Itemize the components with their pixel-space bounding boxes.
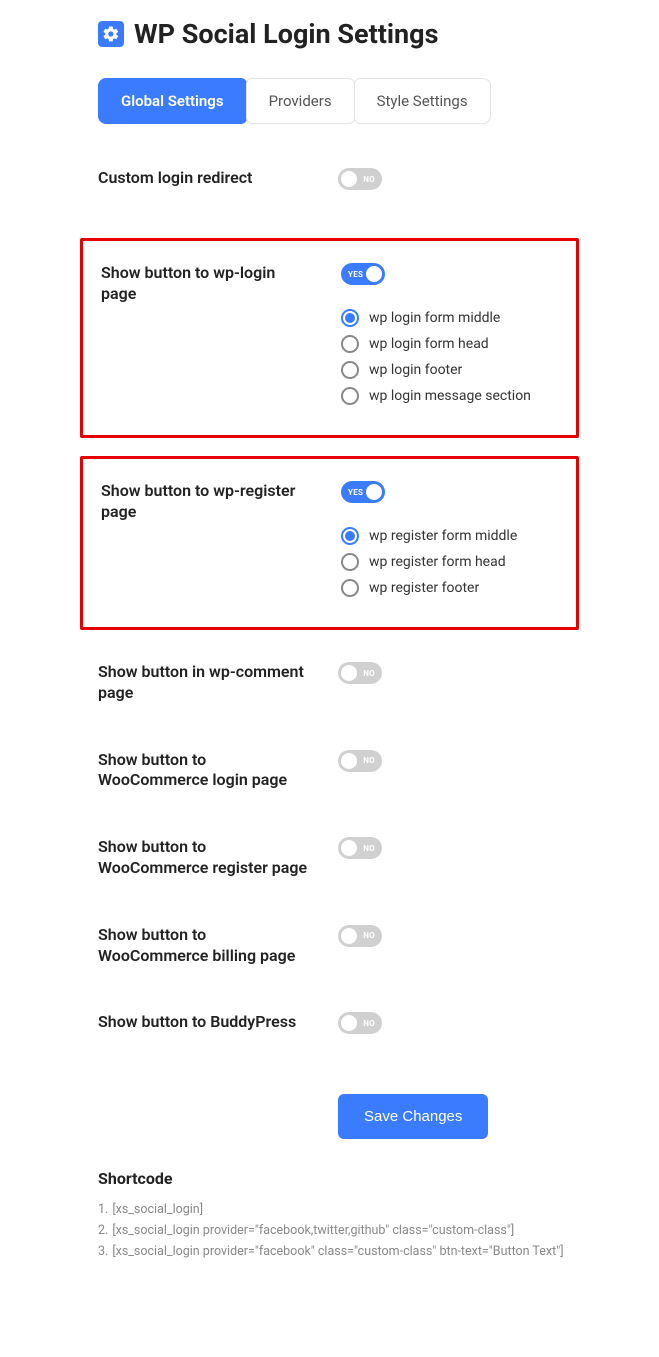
toggle-buddypress[interactable]: NO xyxy=(338,1012,382,1034)
toggle-woocommerce-login[interactable]: NO xyxy=(338,750,382,772)
setting-label: Show button to WooCommerce billing page xyxy=(98,925,328,967)
page-title: WP Social Login Settings xyxy=(134,18,438,50)
toggle-text: NO xyxy=(363,756,375,765)
setting-wp-comment: Show button in wp-comment page NO xyxy=(80,648,579,718)
shortcode-line: 1. [xs_social_login] xyxy=(98,1202,659,1217)
setting-custom-login-redirect: Custom login redirect NO xyxy=(80,154,579,220)
toggle-knob xyxy=(341,1015,357,1031)
radio-label: wp login form head xyxy=(369,336,489,352)
radio-label: wp login footer xyxy=(369,362,462,378)
settings-tabs: Global Settings Providers Style Settings xyxy=(98,78,659,124)
shortcode-num: 3. xyxy=(98,1244,108,1259)
save-changes-button[interactable]: Save Changes xyxy=(338,1094,488,1139)
radio-icon xyxy=(341,335,359,353)
tab-providers[interactable]: Providers xyxy=(246,78,355,124)
toggle-text: NO xyxy=(363,669,375,678)
setting-wp-login: Show button to wp-login page YES wp logi… xyxy=(80,238,579,438)
toggle-text: YES xyxy=(348,270,363,279)
radio-icon xyxy=(341,309,359,327)
toggle-text: NO xyxy=(363,844,375,853)
toggle-knob xyxy=(341,171,357,187)
settings-gear-icon xyxy=(98,21,124,47)
radio-icon xyxy=(341,527,359,545)
radio-label: wp login form middle xyxy=(369,310,500,326)
radio-label: wp register footer xyxy=(369,580,479,596)
toggle-text: NO xyxy=(363,931,375,940)
shortcode-section: Shortcode 1. [xs_social_login] 2. [xs_so… xyxy=(98,1169,659,1259)
toggle-woocommerce-register[interactable]: NO xyxy=(338,837,382,859)
shortcode-text: [xs_social_login provider="facebook" cla… xyxy=(112,1244,563,1259)
radio-wp-login-message-section[interactable]: wp login message section xyxy=(341,387,558,405)
shortcode-heading: Shortcode xyxy=(98,1169,659,1188)
toggle-wp-comment[interactable]: NO xyxy=(338,662,382,684)
radio-icon xyxy=(341,387,359,405)
tab-global-settings[interactable]: Global Settings xyxy=(98,78,247,124)
toggle-text: NO xyxy=(363,175,375,184)
toggle-knob xyxy=(341,665,357,681)
toggle-text: YES xyxy=(348,488,363,497)
setting-woocommerce-register: Show button to WooCommerce register page… xyxy=(80,823,579,893)
radio-icon xyxy=(341,361,359,379)
shortcode-num: 2. xyxy=(98,1223,108,1238)
toggle-knob xyxy=(366,484,382,500)
setting-label: Show button to WooCommerce login page xyxy=(98,750,328,792)
toggle-custom-login-redirect[interactable]: NO xyxy=(338,168,382,190)
radio-label: wp register form middle xyxy=(369,528,517,544)
radio-icon xyxy=(341,579,359,597)
setting-buddypress: Show button to BuddyPress NO xyxy=(80,998,579,1064)
toggle-wp-register[interactable]: YES xyxy=(341,481,385,503)
radio-wp-login-footer[interactable]: wp login footer xyxy=(341,361,558,379)
shortcode-line: 3. [xs_social_login provider="facebook" … xyxy=(98,1244,659,1259)
shortcode-text: [xs_social_login] xyxy=(112,1202,203,1217)
shortcode-text: [xs_social_login provider="facebook,twit… xyxy=(112,1223,514,1238)
toggle-knob xyxy=(341,753,357,769)
radio-wp-register-footer[interactable]: wp register footer xyxy=(341,579,558,597)
radio-wp-login-form-middle[interactable]: wp login form middle xyxy=(341,309,558,327)
shortcode-line: 2. [xs_social_login provider="facebook,t… xyxy=(98,1223,659,1238)
radio-wp-register-form-head[interactable]: wp register form head xyxy=(341,553,558,571)
radio-label: wp register form head xyxy=(369,554,506,570)
toggle-text: NO xyxy=(363,1019,375,1028)
setting-woocommerce-login: Show button to WooCommerce login page NO xyxy=(80,736,579,806)
radio-wp-register-form-middle[interactable]: wp register form middle xyxy=(341,527,558,545)
setting-label: Show button to wp-login page xyxy=(101,263,331,305)
toggle-knob xyxy=(341,928,357,944)
radio-wp-login-form-head[interactable]: wp login form head xyxy=(341,335,558,353)
setting-label: Show button to wp-register page xyxy=(101,481,331,523)
toggle-wp-login[interactable]: YES xyxy=(341,263,385,285)
page-header: WP Social Login Settings xyxy=(0,18,659,50)
shortcode-num: 1. xyxy=(98,1202,108,1217)
toggle-knob xyxy=(366,266,382,282)
setting-label: Show button to WooCommerce register page xyxy=(98,837,328,879)
setting-label: Show button in wp-comment page xyxy=(98,662,328,704)
toggle-knob xyxy=(341,840,357,856)
toggle-woocommerce-billing[interactable]: NO xyxy=(338,925,382,947)
radio-icon xyxy=(341,553,359,571)
setting-label: Custom login redirect xyxy=(98,168,328,189)
radio-label: wp login message section xyxy=(369,388,531,404)
setting-woocommerce-billing: Show button to WooCommerce billing page … xyxy=(80,911,579,981)
tab-style-settings[interactable]: Style Settings xyxy=(354,78,491,124)
setting-wp-register: Show button to wp-register page YES wp r… xyxy=(80,456,579,630)
setting-label: Show button to BuddyPress xyxy=(98,1012,328,1033)
